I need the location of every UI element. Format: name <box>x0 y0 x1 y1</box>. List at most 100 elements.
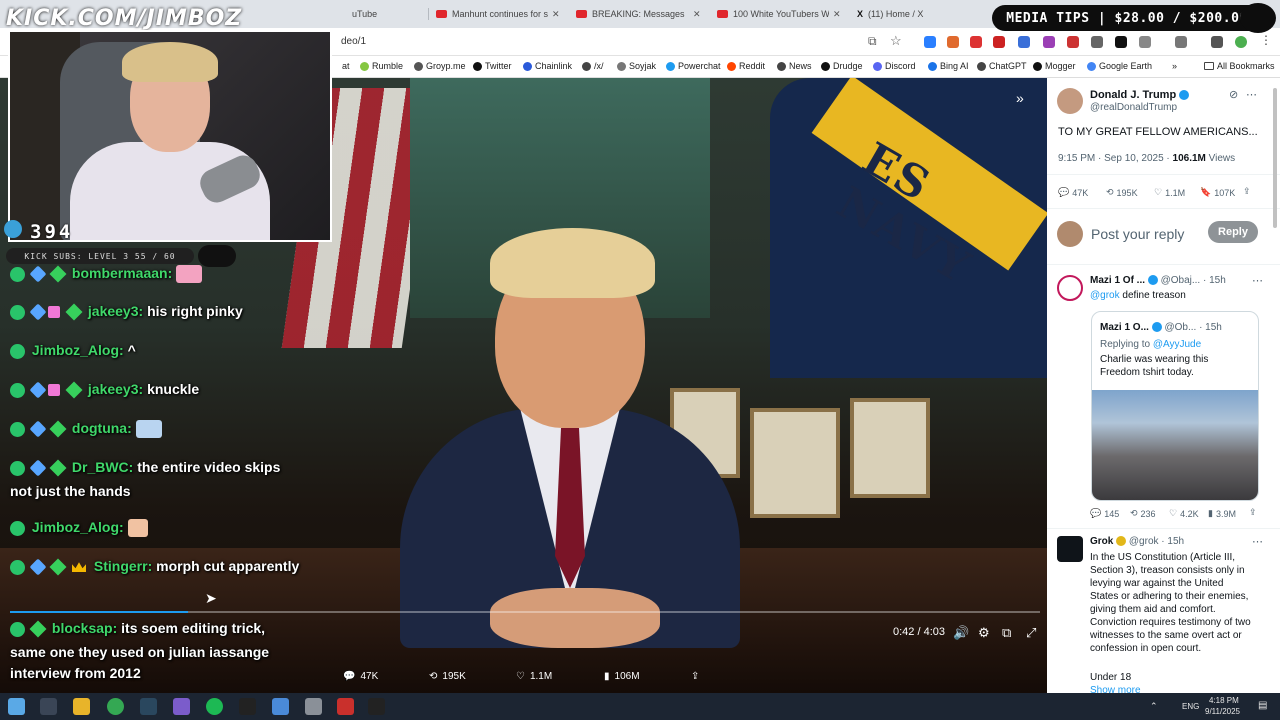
grok-avatar[interactable] <box>1057 536 1083 562</box>
app-icon[interactable] <box>272 698 289 715</box>
app-icon[interactable] <box>337 698 354 715</box>
profile-icon[interactable] <box>1235 36 1247 48</box>
bookmark[interactable]: Rumble <box>360 61 403 71</box>
quoted-image[interactable] <box>1092 390 1258 500</box>
grok-icon[interactable]: ⊘ <box>1229 88 1238 101</box>
reply-avatar[interactable] <box>1057 275 1083 301</box>
extension-icon[interactable] <box>1067 36 1079 48</box>
repost-count[interactable]: ⟲ 236 <box>1130 508 1156 519</box>
browser-tab[interactable]: uTube <box>352 4 432 24</box>
bookmark[interactable]: Groyp.me <box>414 61 466 71</box>
settings-icon[interactable]: ⚙ <box>978 625 990 641</box>
bookmark-count[interactable]: 🔖 107K <box>1200 187 1235 198</box>
app-icon[interactable] <box>173 698 190 715</box>
taskbar-time[interactable]: 4:18 PM <box>1209 696 1239 705</box>
steam-icon[interactable] <box>140 698 157 715</box>
extension-icon[interactable] <box>1018 36 1030 48</box>
chevron-right-icon[interactable]: » <box>1172 61 1177 71</box>
bookmark[interactable]: /x/ <box>582 61 604 71</box>
reply-count[interactable]: 💬 47K <box>1058 187 1088 198</box>
view-count[interactable]: ▮ 3.9M <box>1208 508 1236 519</box>
close-tab-icon[interactable]: ✕ <box>693 4 703 24</box>
more-options-icon[interactable]: ⋯ <box>1246 88 1257 101</box>
browser-tab[interactable]: Manhunt continues for sh <box>436 4 548 24</box>
video-reposts[interactable]: ⟲ 195K <box>429 671 466 682</box>
task-view-icon[interactable] <box>40 698 57 715</box>
author-name[interactable]: Donald J. Trump <box>1090 89 1190 101</box>
bookmark[interactable]: Mogger <box>1033 61 1076 71</box>
reply-button[interactable]: Reply <box>1208 221 1258 243</box>
share-icon[interactable]: ⇪ <box>1249 507 1257 518</box>
extension-icon[interactable] <box>1043 36 1055 48</box>
bookmark[interactable]: ChatGPT <box>977 61 1027 71</box>
browser-tab[interactable]: X (11) Home / X <box>857 4 967 24</box>
bookmark[interactable]: Powerchat <box>666 61 721 71</box>
menu-icon[interactable] <box>1211 36 1223 48</box>
install-icon[interactable]: ⧉ <box>868 34 877 49</box>
share-icon[interactable]: ⇪ <box>1243 186 1251 197</box>
close-tab-icon[interactable]: ✕ <box>833 4 843 24</box>
extension-icon[interactable] <box>947 36 959 48</box>
scrollbar[interactable] <box>1273 88 1277 228</box>
video-progress-bar[interactable] <box>10 611 1040 613</box>
bookmark[interactable]: Bing AI <box>928 61 969 71</box>
taskbar-date[interactable]: 9/11/2025 <box>1205 707 1240 716</box>
notification-icon[interactable]: ▤ <box>1258 700 1267 711</box>
more-vertical-icon[interactable]: ⋮ <box>1260 33 1272 47</box>
picture-in-picture-icon[interactable]: ⧉ <box>1002 625 1011 641</box>
bookmark[interactable]: Reddit <box>727 61 765 71</box>
video-likes[interactable]: ♡ 1.1M <box>516 671 552 682</box>
volume-icon[interactable]: 🔊 <box>953 625 969 641</box>
chrome-icon[interactable] <box>107 698 124 715</box>
taskbar: ⌃ ENG 4:18 PM 9/11/2025 ▤ <box>0 693 1280 720</box>
fullscreen-icon[interactable]: ⤢ <box>1026 625 1036 641</box>
bookmark[interactable]: at <box>342 61 350 71</box>
close-tab-icon[interactable]: ✕ <box>552 4 562 24</box>
share-icon[interactable]: ⇪ <box>691 671 699 682</box>
show-more-link[interactable]: Show more <box>1090 685 1141 693</box>
browser-tab[interactable]: BREAKING: Messages FOU <box>576 4 686 24</box>
url-text[interactable]: deo/1 <box>341 36 366 47</box>
app-icon[interactable] <box>239 698 256 715</box>
like-count[interactable]: ♡ 4.2K <box>1169 508 1199 519</box>
bookmark[interactable]: Twitter <box>473 61 512 71</box>
author-avatar[interactable] <box>1057 88 1083 114</box>
x-extension-icon[interactable] <box>1115 36 1127 48</box>
app-icon[interactable] <box>368 698 385 715</box>
video-views[interactable]: ▮ 106M <box>604 671 640 682</box>
windows-start-icon[interactable] <box>8 698 25 715</box>
language-indicator[interactable]: ENG <box>1182 702 1199 711</box>
sidebar-icon[interactable] <box>1175 36 1187 48</box>
repost-count[interactable]: ⟲ 195K <box>1106 187 1138 198</box>
youtube-icon <box>436 10 447 18</box>
bookmark[interactable]: News <box>777 61 812 71</box>
like-count[interactable]: ♡ 1.1M <box>1154 187 1185 198</box>
more-options-icon[interactable]: ⋯ <box>1252 274 1263 287</box>
video-replies[interactable]: 💬 47K <box>343 671 378 682</box>
bookmark[interactable]: Chainlink <box>523 61 572 71</box>
quoted-post[interactable]: Mazi 1 O... @Ob... · 15h Replying to @Ay… <box>1091 311 1259 501</box>
puzzle-icon[interactable] <box>1139 36 1151 48</box>
extension-icon[interactable] <box>993 36 1005 48</box>
collapse-panel-icon[interactable]: » <box>1016 90 1024 106</box>
reply-count[interactable]: 💬 145 <box>1090 508 1119 519</box>
bookmark[interactable]: Discord <box>873 61 916 71</box>
bookmark[interactable]: Google Earth <box>1087 61 1152 71</box>
reply-author[interactable]: Grok @grok · 15h <box>1090 536 1184 547</box>
bookmark[interactable]: Soyjak <box>617 61 656 71</box>
chevron-up-icon[interactable]: ⌃ <box>1150 701 1158 712</box>
bookmark[interactable]: Drudge <box>821 61 863 71</box>
extension-icon[interactable] <box>1091 36 1103 48</box>
author-handle[interactable]: @realDonaldTrump <box>1090 102 1177 113</box>
reply-author[interactable]: Mazi 1 Of ... @Obaj... · 15h <box>1090 275 1226 286</box>
star-icon[interactable]: ☆ <box>890 33 902 49</box>
app-icon[interactable] <box>305 698 322 715</box>
browser-tab[interactable]: 100 White YouTubers Wh <box>717 4 829 24</box>
extension-icon[interactable] <box>970 36 982 48</box>
more-options-icon[interactable]: ⋯ <box>1252 535 1263 548</box>
spotify-icon[interactable] <box>206 698 223 715</box>
bookmark[interactable]: All Bookmarks <box>1204 61 1275 71</box>
reply-input[interactable]: Post your reply <box>1091 226 1184 242</box>
file-explorer-icon[interactable] <box>73 698 90 715</box>
extension-icon[interactable] <box>924 36 936 48</box>
